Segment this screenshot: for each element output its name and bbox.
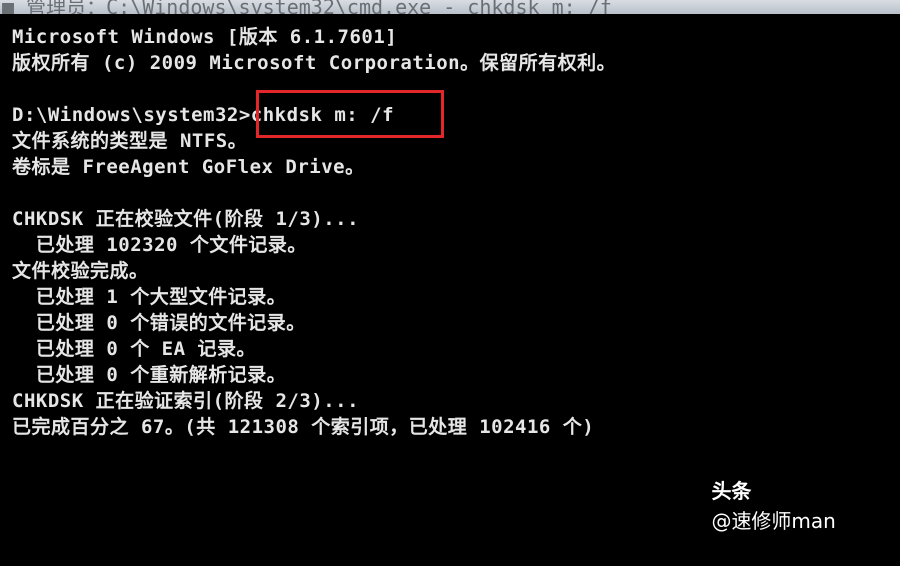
console-line-volume-label: 卷标是 FreeAgent GoFlex Drive。: [12, 156, 365, 178]
watermark-handle: @速修师man: [711, 509, 836, 533]
console-line-progress: 已完成百分之 67。(共 121308 个索引项，已处理 102416 个): [12, 416, 595, 438]
console-line-filesystem: 文件系统的类型是 NTFS。: [12, 130, 248, 152]
console-line-stage2: CHKDSK 正在验证索引(阶段 2/3)...: [12, 390, 360, 412]
console-line-version: Microsoft Windows [版本 6.1.7601]: [12, 26, 398, 48]
watermark: 头条 @速修师man: [686, 446, 835, 533]
console-line-files-processed: 已处理 102320 个文件记录。: [12, 234, 307, 256]
window-title-bar: ■ 管理员：C:\Windows\system32\cmd.exe - chkd…: [0, 0, 900, 14]
console-line-ea-records: 已处理 0 个 EA 记录。: [12, 338, 256, 360]
console-line-copyright: 版权所有 (c) 2009 Microsoft Corporation。保留所有…: [12, 52, 617, 74]
console-line-stage1: CHKDSK 正在校验文件(阶段 1/3)...: [12, 208, 360, 230]
console-line-reparse-records: 已处理 0 个重新解析记录。: [12, 364, 287, 386]
window-title: ■ 管理员：C:\Windows\system32\cmd.exe - chkd…: [2, 0, 612, 14]
console-line-large-records: 已处理 1 个大型文件记录。: [12, 286, 287, 308]
cmd-console-window: ■ 管理员：C:\Windows\system32\cmd.exe - chkd…: [0, 0, 900, 533]
command-highlight-box: [256, 90, 444, 138]
console-line-bad-records: 已处理 0 个错误的文件记录。: [12, 312, 306, 334]
console-line-file-verify-done: 文件校验完成。: [12, 260, 149, 282]
watermark-brand: 头条: [711, 479, 752, 503]
